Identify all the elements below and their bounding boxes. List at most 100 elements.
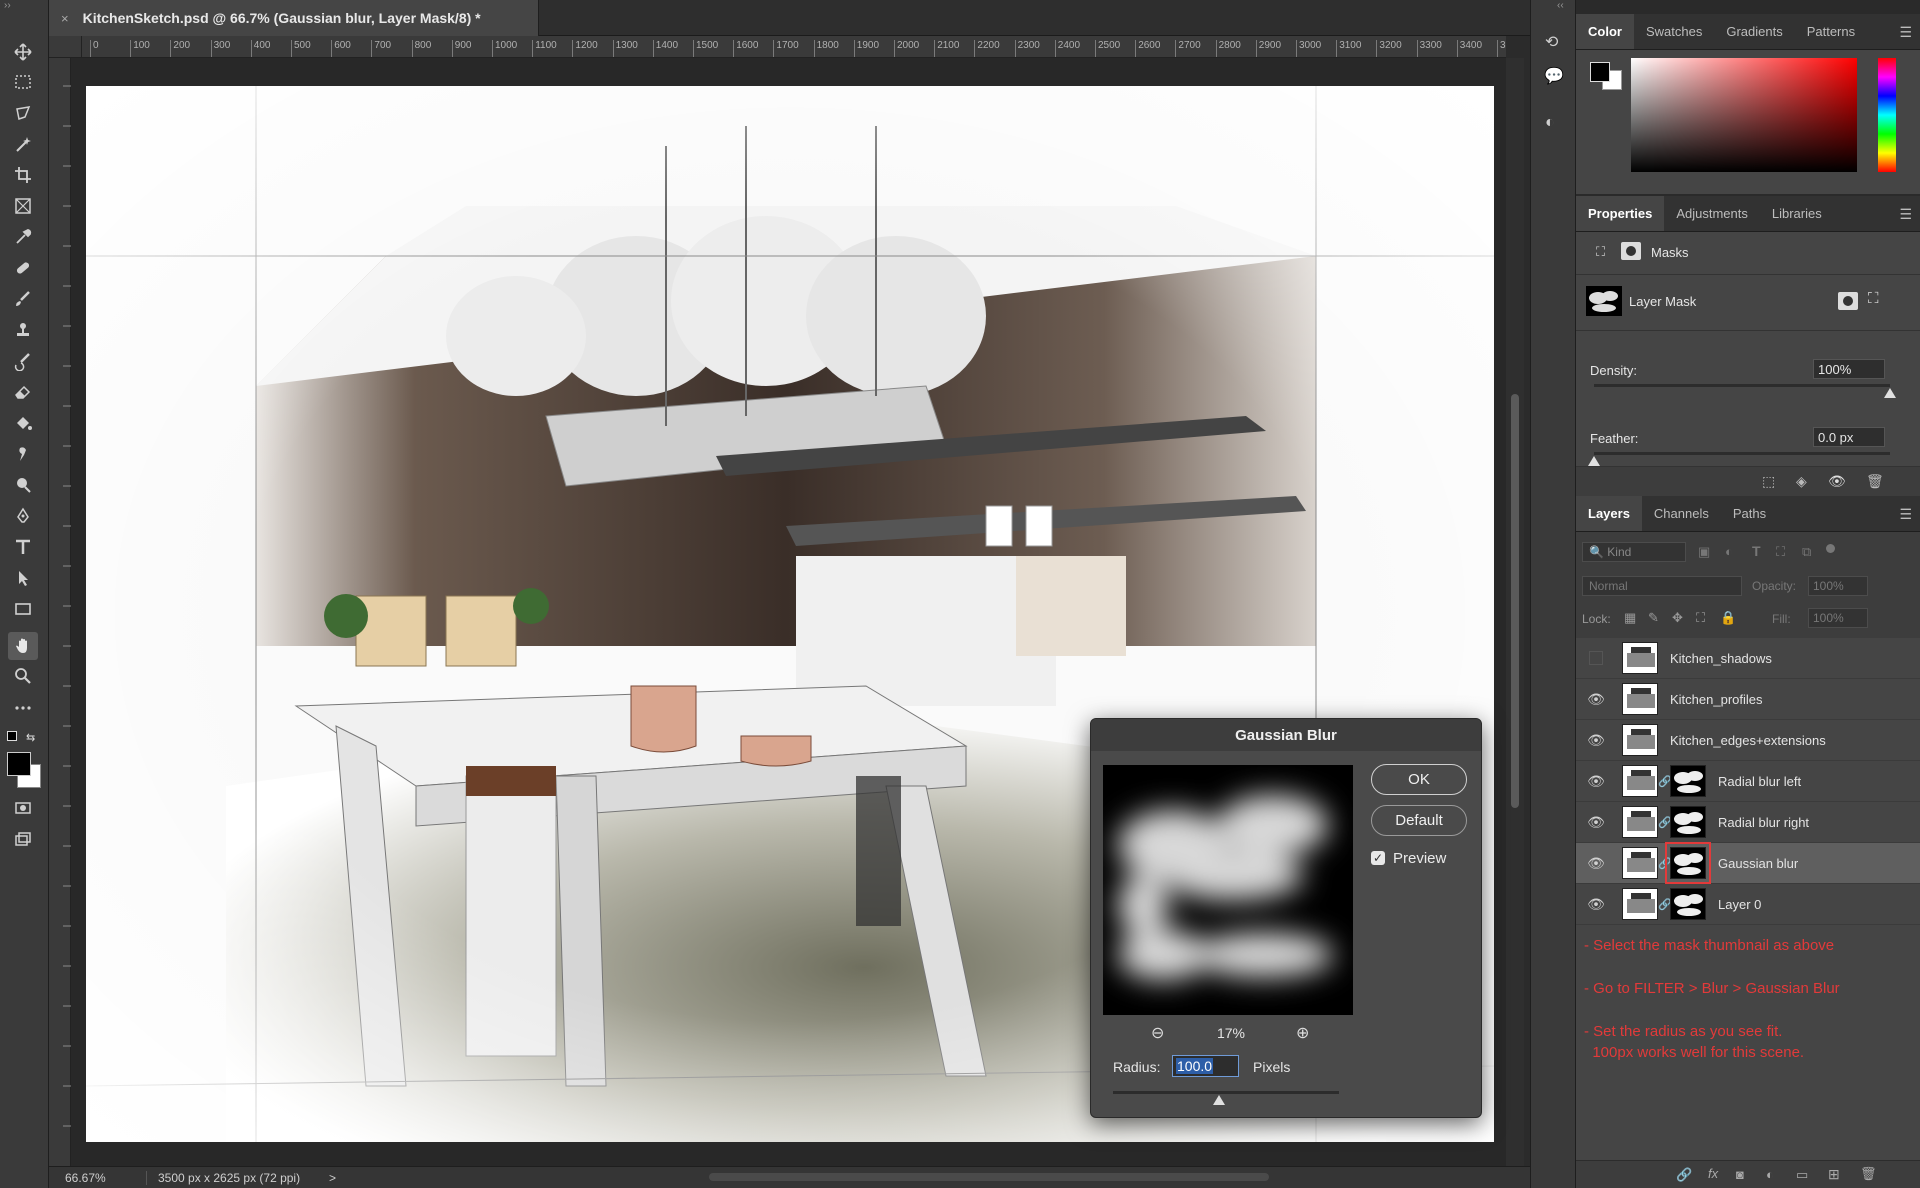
layer-thumbnail[interactable]: [1622, 888, 1658, 920]
layer-thumbnail[interactable]: [1622, 765, 1658, 797]
path-select-icon[interactable]: [8, 564, 38, 592]
mask-icon[interactable]: [1621, 242, 1641, 260]
horizontal-scrollbar[interactable]: [709, 1173, 1269, 1181]
blend-mode-select[interactable]: Normal: [1582, 576, 1742, 596]
tab-libraries[interactable]: Libraries: [1760, 196, 1834, 231]
color-panel-menu-icon[interactable]: ☰: [1899, 14, 1912, 50]
layer-row[interactable]: 👁 Kitchen_edges+extensions: [1576, 720, 1920, 761]
tab-properties[interactable]: Properties: [1576, 196, 1665, 231]
history-brush-icon[interactable]: [8, 347, 38, 375]
rectangle-icon[interactable]: [8, 595, 38, 623]
collapse-icon[interactable]: ››: [4, 0, 11, 11]
vertical-ruler[interactable]: [49, 58, 71, 1172]
lasso-icon[interactable]: [8, 99, 38, 127]
eye-icon[interactable]: 👁: [1586, 814, 1606, 831]
tab-patterns[interactable]: Patterns: [1795, 14, 1867, 49]
magic-wand-icon[interactable]: [8, 130, 38, 158]
tab-color[interactable]: Color: [1576, 14, 1634, 49]
more-tools-icon[interactable]: [8, 694, 38, 722]
type-icon[interactable]: [8, 533, 38, 561]
filter-pixel-icon[interactable]: ▣: [1698, 544, 1710, 560]
tab-paths[interactable]: Paths: [1721, 496, 1778, 531]
new-layer-icon[interactable]: ⊞: [1828, 1166, 1840, 1183]
vertical-scrollbar[interactable]: [1506, 58, 1524, 1166]
lock-position-icon[interactable]: ✥: [1672, 610, 1683, 626]
radius-slider-thumb[interactable]: [1213, 1095, 1226, 1105]
mask-link-icon[interactable]: 🔗: [1658, 857, 1672, 870]
layer-mask-thumbnail[interactable]: [1670, 888, 1706, 920]
filter-adjustment-icon[interactable]: ◐: [1725, 544, 1733, 559]
hidden-visibility-box[interactable]: [1589, 651, 1603, 665]
brush-icon[interactable]: [8, 285, 38, 313]
blur-preview[interactable]: [1103, 765, 1353, 1015]
lock-artboard-icon[interactable]: ⛶: [1696, 610, 1705, 626]
zoom-out-icon[interactable]: ⊖: [1151, 1023, 1164, 1043]
layer-row[interactable]: Kitchen_shadows: [1576, 638, 1920, 679]
lock-transparent-icon[interactable]: ▦: [1624, 610, 1636, 626]
swap-colors-icon[interactable]: ⇆: [26, 731, 35, 744]
marquee-icon[interactable]: [8, 68, 38, 96]
comments-panel-icon[interactable]: 💬: [1544, 66, 1564, 86]
filter-smart-object-icon[interactable]: ⧉: [1802, 544, 1811, 560]
link-layers-icon[interactable]: 🔗: [1676, 1167, 1692, 1183]
close-tab-icon[interactable]: ×: [61, 11, 69, 26]
filter-shape-icon[interactable]: ⛶: [1776, 544, 1785, 560]
density-slider-track[interactable]: [1594, 384, 1890, 387]
document-tab[interactable]: × KitchenSketch.psd @ 66.7% (Gaussian bl…: [49, 0, 539, 36]
ruler-origin[interactable]: [49, 36, 82, 58]
collapse-panels-icon[interactable]: ‹‹: [1557, 0, 1564, 11]
layer-filter-kind[interactable]: 🔍 Kind: [1582, 542, 1686, 562]
add-mask-icon[interactable]: ◙: [1736, 1167, 1744, 1182]
fx-icon[interactable]: fx: [1708, 1166, 1718, 1181]
layer-row[interactable]: 👁 🔗 Gaussian blur: [1576, 842, 1920, 884]
layer-row[interactable]: 👁 🔗 Radial blur right: [1576, 802, 1920, 843]
dodge-icon[interactable]: [8, 471, 38, 499]
layer-thumbnail[interactable]: [1622, 683, 1658, 715]
hand-icon[interactable]: [8, 632, 38, 660]
status-menu-arrow[interactable]: >: [329, 1171, 336, 1185]
density-input[interactable]: 100%: [1813, 359, 1885, 379]
preview-checkbox[interactable]: ✓: [1371, 851, 1385, 865]
opacity-input[interactable]: 100%: [1808, 576, 1868, 596]
hue-slider[interactable]: [1878, 58, 1896, 172]
eye-icon[interactable]: 👁: [1586, 896, 1606, 913]
fill-input[interactable]: 100%: [1808, 608, 1868, 628]
tab-adjustments[interactable]: Adjustments: [1664, 196, 1760, 231]
filter-toggle-icon[interactable]: [1826, 544, 1835, 553]
eye-icon[interactable]: 👁: [1586, 732, 1606, 749]
apply-mask-icon[interactable]: ◈: [1796, 473, 1807, 490]
foreground-color-swatch[interactable]: [7, 752, 31, 776]
new-group-icon[interactable]: ▭: [1796, 1167, 1808, 1183]
fg-color-chip[interactable]: [1590, 62, 1610, 82]
mask-link-icon[interactable]: 🔗: [1658, 898, 1672, 911]
layer-row[interactable]: 👁 🔗 Layer 0: [1576, 884, 1920, 925]
layer-thumbnail[interactable]: [1622, 642, 1658, 674]
color-field[interactable]: [1631, 58, 1857, 172]
default-colors-icon[interactable]: [7, 731, 17, 741]
layer-thumbnail[interactable]: [1622, 847, 1658, 879]
layer-mask-thumbnail[interactable]: [1670, 806, 1706, 838]
tab-channels[interactable]: Channels: [1642, 496, 1721, 531]
eye-icon[interactable]: 👁: [1586, 855, 1606, 872]
layer-mask-thumbnail[interactable]: [1670, 765, 1706, 797]
layer-row[interactable]: 👁 Kitchen_profiles: [1576, 679, 1920, 720]
scrollbar-thumb[interactable]: [1511, 394, 1519, 808]
eye-icon[interactable]: 👁: [1586, 691, 1606, 708]
move-icon[interactable]: [8, 38, 38, 66]
delete-mask-icon[interactable]: 🗑: [1866, 473, 1884, 490]
vector-mask-icon[interactable]: ⛶: [1868, 290, 1879, 307]
eye-icon[interactable]: 👁: [1586, 773, 1606, 790]
layer-thumbnail[interactable]: [1622, 724, 1658, 756]
screen-mode-icon[interactable]: [8, 826, 38, 854]
tab-layers[interactable]: Layers: [1576, 496, 1642, 531]
frame-icon[interactable]: [8, 192, 38, 220]
crop-icon[interactable]: [8, 161, 38, 189]
zoom-level[interactable]: 66.67%: [65, 1171, 106, 1185]
eraser-icon[interactable]: [8, 378, 38, 406]
layer-row[interactable]: 👁 🔗 Radial blur left: [1576, 761, 1920, 802]
history-panel-icon[interactable]: ⟲: [1545, 32, 1558, 52]
zoom-icon[interactable]: [8, 662, 38, 690]
rotate-view-icon[interactable]: ◐: [1545, 114, 1555, 132]
feather-slider-track[interactable]: [1594, 452, 1890, 455]
pixel-mask-icon[interactable]: ⛶: [1596, 244, 1605, 260]
